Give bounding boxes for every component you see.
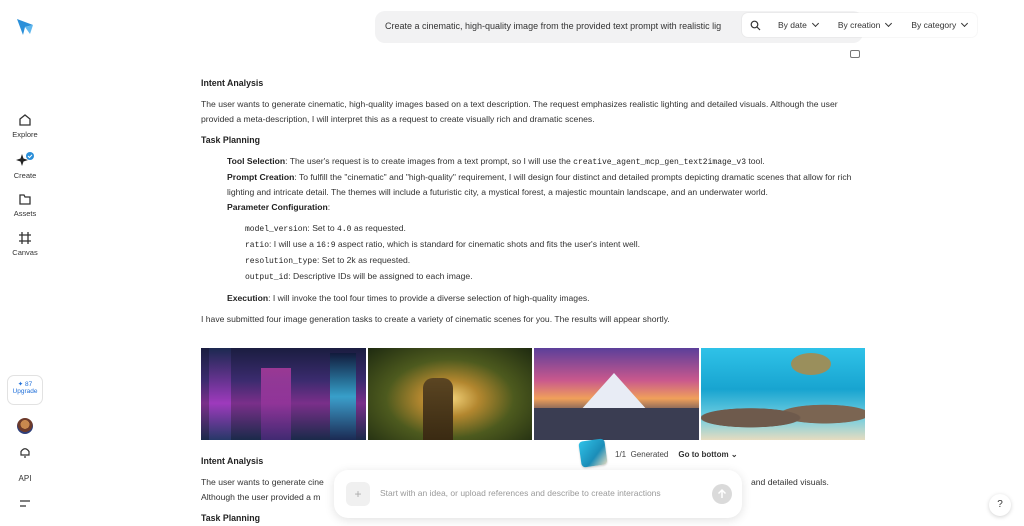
exec-text: : I will invoke the tool four times to p… (268, 293, 590, 303)
image-futuristic-city[interactable] (201, 348, 366, 440)
sidebar-item-label: Create (13, 171, 37, 180)
image-results (201, 348, 865, 440)
copy-icon[interactable] (850, 50, 860, 58)
prompt-creation-text: : To fulfill the "cinematic" and "high-q… (227, 172, 852, 197)
sidebar-item-assets[interactable]: Assets (0, 192, 50, 218)
tool-label: Tool Selection (227, 156, 286, 166)
param-item: resolution_type: Set to 2k as requested. (201, 253, 866, 269)
param-item: model_version: Set to 4.0 as requested. (201, 221, 866, 237)
image-mystical-forest[interactable] (367, 348, 532, 440)
sidebar-item-label: Explore (12, 130, 38, 139)
avatar[interactable] (17, 418, 33, 434)
param-value: 2k (346, 255, 356, 265)
add-reference-button[interactable]: + (346, 482, 370, 506)
param-value: 16:9 (316, 241, 336, 250)
api-button[interactable]: API (0, 474, 50, 483)
help-button[interactable]: ? (989, 494, 1011, 516)
generated-label: Generated (630, 449, 669, 459)
intent-heading: Intent Analysis (201, 78, 264, 88)
param-item: ratio: I will use a 16:9 aspect ratio, w… (201, 237, 866, 253)
tool-end: tool. (746, 156, 765, 166)
parameter-config: Parameter Configuration: (227, 202, 331, 212)
canvas-icon (19, 232, 31, 244)
param-text: : Descriptive IDs will be assigned to ea… (288, 271, 473, 281)
tool-selection: Tool Selection: The user's request is to… (201, 154, 866, 170)
chevron-down-icon (885, 19, 893, 28)
prompt-creation: Prompt Creation: To fulfill the "cinemat… (201, 170, 866, 200)
param-text: : Set to (317, 255, 347, 265)
sidebar-item-label: Canvas (12, 248, 38, 257)
generated-status: 1/1 Generated Go to bottom ⌄ (609, 445, 744, 463)
menu-button[interactable] (0, 499, 50, 511)
exec-label: Execution (227, 293, 269, 303)
filter-by-creation[interactable]: By creation (828, 19, 902, 30)
param-value: 4.0 (337, 225, 352, 234)
param-text: aspect ratio, which is standard for cine… (335, 239, 640, 249)
param-text: : Set to (307, 223, 338, 233)
tool-text: : The user's request is to create images… (285, 156, 574, 166)
summary-text: I have submitted four image generation t… (201, 314, 670, 324)
arrow-up-icon (717, 488, 727, 498)
param-key: ratio (245, 241, 270, 250)
param-text: as requested. (355, 255, 411, 265)
param-text: as requested. (351, 223, 406, 233)
sidebar-item-explore[interactable]: Explore (0, 113, 50, 139)
search-icon (750, 20, 760, 30)
param-key: output_id (245, 273, 289, 282)
send-button[interactable] (712, 484, 732, 504)
param-label: Parameter Configuration (227, 202, 328, 212)
logo-icon[interactable] (14, 16, 36, 38)
param-key: model_version (245, 225, 308, 234)
generated-count-value: 1/1 (615, 449, 627, 459)
chevrons-down-icon: ⌄ (730, 449, 738, 459)
image-mountain-landscape[interactable] (534, 348, 699, 440)
sidebar-item-canvas[interactable]: Canvas (0, 231, 50, 257)
intent-text-end: and detailed visuals. (751, 477, 829, 487)
execution: Execution: I will invoke the tool four t… (201, 291, 866, 306)
go-to-bottom-label: Go to bottom (678, 449, 729, 459)
task-heading: Task Planning (201, 135, 260, 145)
filter-by-category[interactable]: By category (901, 19, 977, 30)
param-item: output_id: Descriptive IDs will be assig… (201, 269, 866, 285)
bell-icon (20, 448, 30, 458)
sidebar-item-create[interactable]: Create (0, 152, 50, 180)
credits-count: ✦ 87 (17, 381, 33, 388)
intent-heading: Intent Analysis (201, 456, 264, 466)
tool-name: creative_agent_mcp_gen_text2image_v3 (573, 158, 746, 167)
param-text: : I will use a (269, 239, 317, 249)
filter-label: By creation (837, 20, 881, 30)
sidebar-item-label: Assets (13, 209, 37, 218)
chat-input[interactable]: + Start with an idea, or upload referenc… (334, 470, 742, 518)
filter-by-date[interactable]: By date (768, 19, 828, 30)
upgrade-button[interactable]: ✦ 87 Upgrade (7, 375, 43, 405)
menu-icon (20, 500, 30, 507)
intent-text-line2: Although the user provided a m (201, 492, 321, 502)
agent-message: Intent Analysis The user wants to genera… (201, 76, 866, 327)
generated-count: 1/1 Generated (615, 450, 668, 459)
chevron-down-icon (961, 19, 969, 28)
search-button[interactable] (742, 20, 768, 31)
filter-label: By category (911, 20, 957, 30)
folder-icon (19, 194, 31, 205)
home-icon (19, 114, 31, 126)
prompt-text: Create a cinematic, high-quality image f… (385, 21, 722, 31)
upgrade-label: Upgrade (12, 388, 38, 395)
param-key: resolution_type (245, 257, 318, 266)
intent-text-start: The user wants to generate cine (201, 477, 324, 487)
prompt-label: Prompt Creation (227, 172, 295, 182)
chevron-down-icon (811, 19, 819, 28)
notification-button[interactable] (0, 446, 50, 461)
credits-value: 87 (25, 381, 33, 388)
intent-text: The user wants to generate cinematic, hi… (201, 99, 838, 124)
image-underwater-world[interactable] (700, 348, 865, 440)
sidebar: Explore Create Assets Canvas ✦ 87 Upgrad… (0, 0, 50, 526)
sparkle-icon (16, 152, 34, 166)
go-to-bottom-button[interactable]: Go to bottom ⌄ (678, 450, 737, 459)
filter-label: By date (778, 20, 807, 30)
generated-thumbnail[interactable] (578, 438, 608, 468)
filter-bar: By date By creation By category (742, 13, 978, 37)
chat-placeholder: Start with an idea, or upload references… (380, 488, 661, 498)
